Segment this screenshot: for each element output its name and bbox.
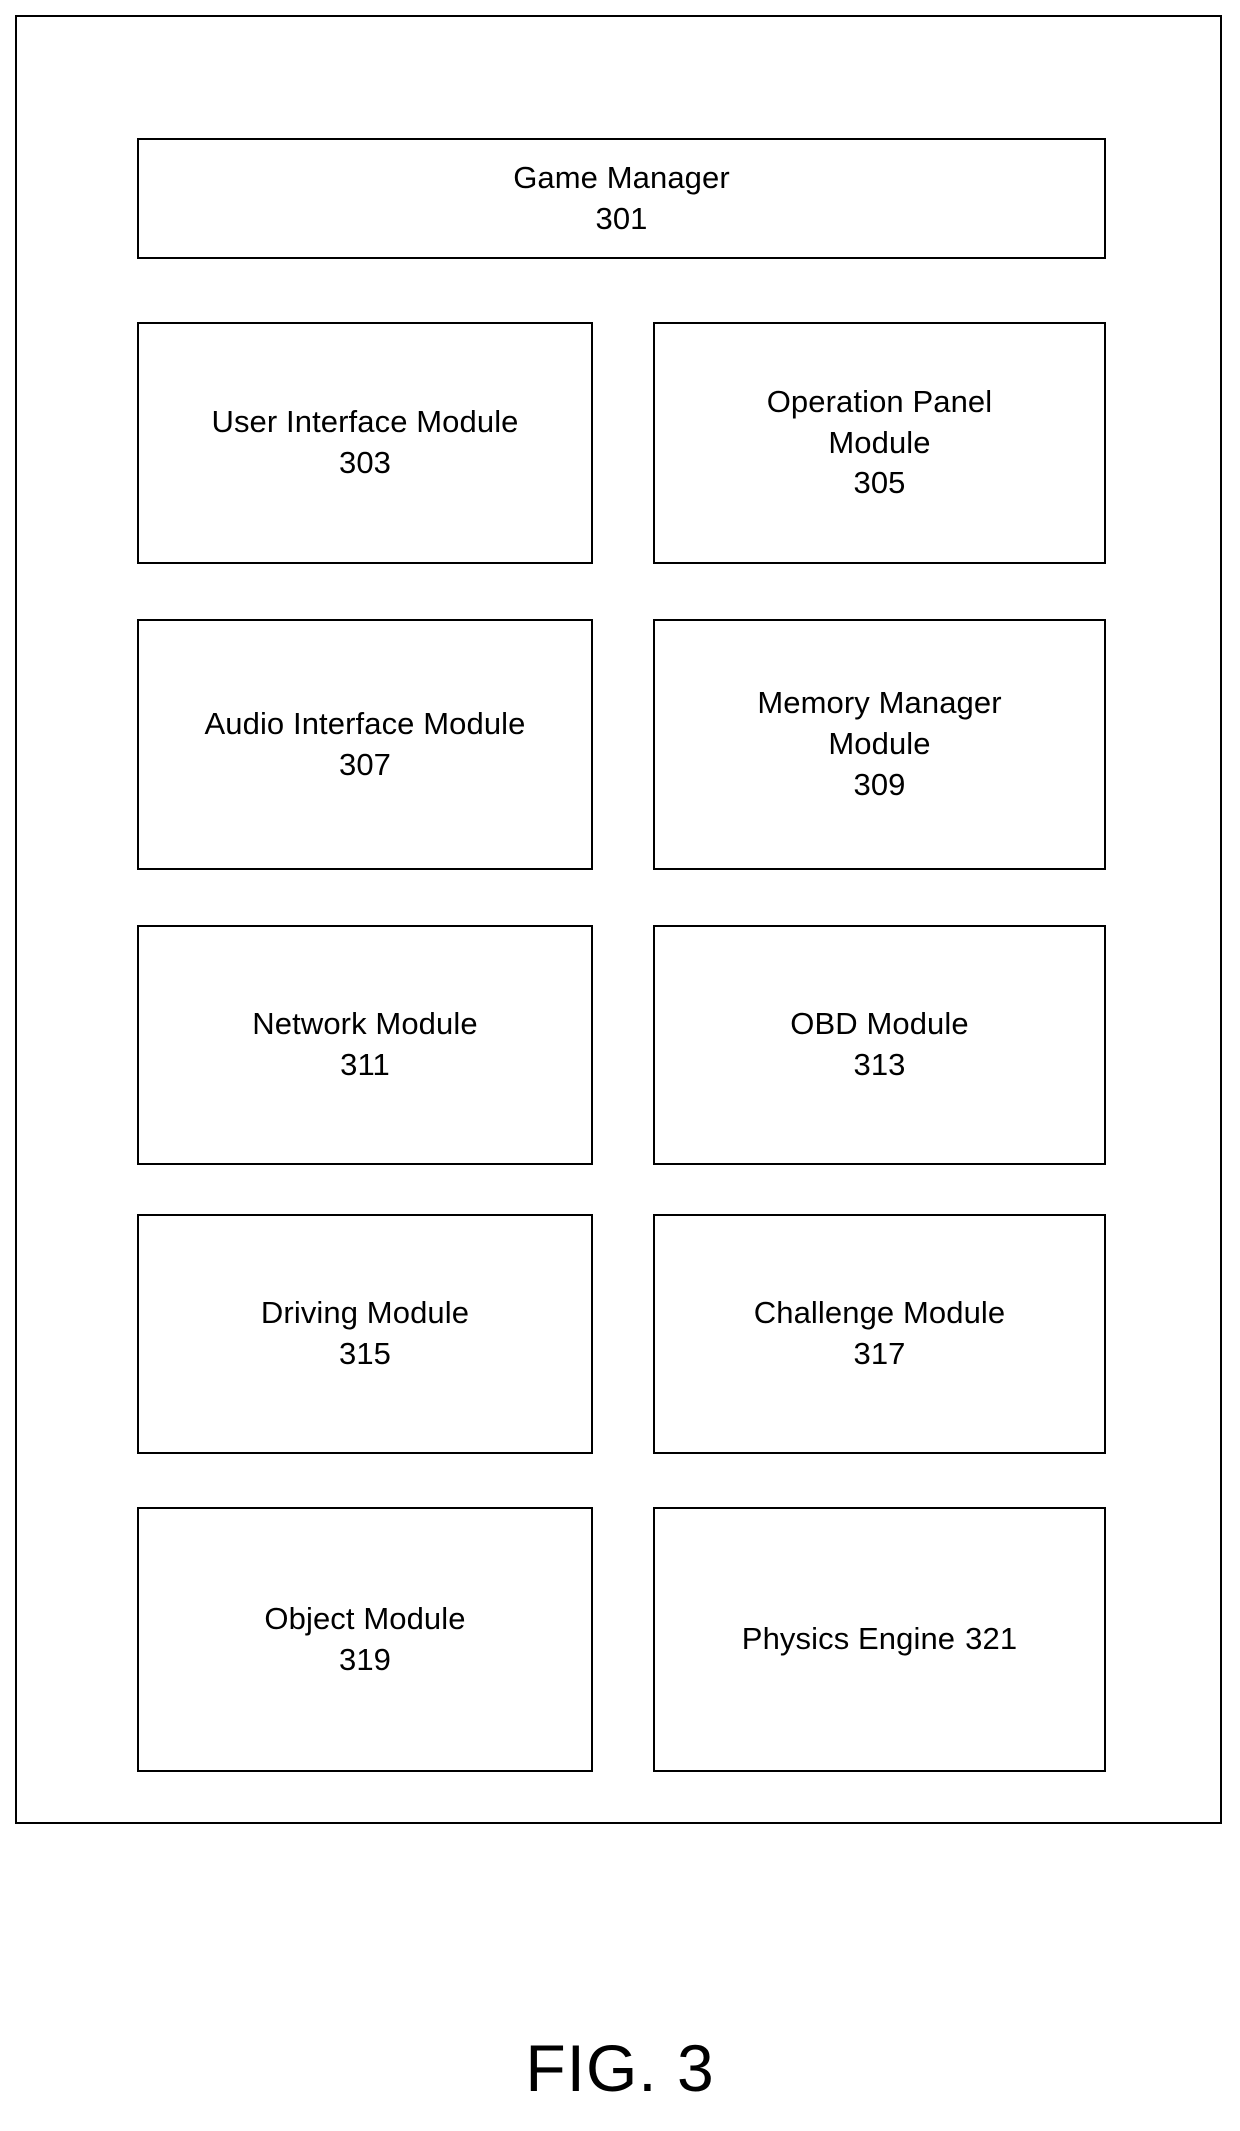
module-box-obd-module: OBD Module 313 bbox=[653, 925, 1106, 1165]
module-reference-numeral: 311 bbox=[340, 1047, 390, 1082]
module-reference-numeral: 315 bbox=[338, 1336, 392, 1371]
module-reference-numeral: 305 bbox=[853, 465, 906, 501]
module-reference-numeral: 313 bbox=[853, 1047, 906, 1082]
module-box-network-module: Network Module 311 bbox=[137, 925, 593, 1165]
module-reference-numeral: 317 bbox=[853, 1336, 906, 1371]
module-reference-numeral: 303 bbox=[338, 445, 392, 480]
module-box-physics-engine: Physics Engine 321 bbox=[653, 1507, 1106, 1772]
module-label: Physics Engine bbox=[741, 1621, 956, 1657]
module-reference-numeral: 307 bbox=[338, 746, 392, 782]
module-reference-numeral: 301 bbox=[595, 200, 648, 236]
module-box-object-module: Object Module 319 bbox=[137, 1507, 593, 1772]
figure-caption: FIG. 3 bbox=[525, 2031, 715, 2105]
module-label: Operation Panel Module bbox=[766, 383, 993, 460]
figure-outer-frame: Game Manager 301 User Interface Module 3… bbox=[15, 15, 1222, 1824]
module-label: Audio Interface Module bbox=[204, 705, 526, 741]
module-box-memory-manager-module: Memory Manager Module 309 bbox=[653, 619, 1106, 870]
module-reference-numeral: 321 bbox=[965, 1621, 1018, 1657]
module-label: Network Module bbox=[252, 1006, 478, 1042]
module-label: OBD Module bbox=[790, 1006, 969, 1042]
module-box-challenge-module: Challenge Module 317 bbox=[653, 1214, 1106, 1454]
module-box-audio-interface-module: Audio Interface Module 307 bbox=[137, 619, 593, 870]
module-label: Driving Module bbox=[260, 1295, 470, 1331]
module-box-game-manager: Game Manager 301 bbox=[137, 138, 1106, 259]
module-label: Object Module bbox=[264, 1600, 466, 1636]
module-label: User Interface Module bbox=[211, 404, 519, 440]
module-box-operation-panel-module: Operation Panel Module 305 bbox=[653, 322, 1106, 564]
module-label: Game Manager bbox=[513, 159, 730, 195]
module-box-user-interface-module: User Interface Module 303 bbox=[137, 322, 593, 564]
module-reference-numeral: 319 bbox=[338, 1641, 392, 1677]
module-box-driving-module: Driving Module 315 bbox=[137, 1214, 593, 1454]
module-label: Challenge Module bbox=[753, 1295, 1006, 1331]
module-label: Memory Manager Module bbox=[757, 685, 1002, 762]
module-reference-numeral: 309 bbox=[853, 766, 906, 802]
